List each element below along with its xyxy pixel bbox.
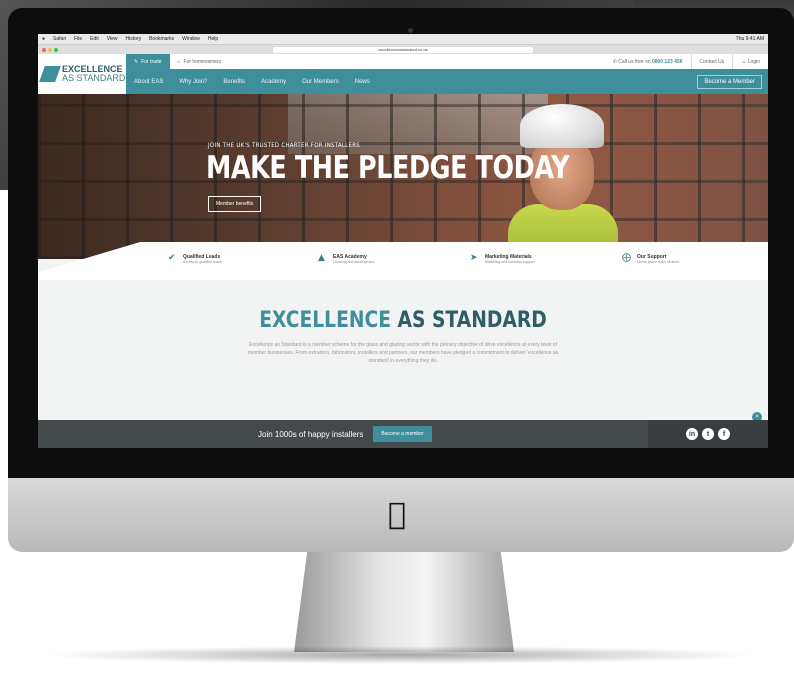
hero-kicker: JOIN THE UK'S TRUSTED CHARTER FOR INSTAL…	[208, 142, 360, 149]
minimize-window-button[interactable]	[48, 48, 52, 52]
phone-icon: ✆	[612, 58, 617, 65]
feature-subtitle: Lorem ipsum dolor sit amet	[637, 260, 680, 264]
nav-item-benefits[interactable]: Benefits	[215, 79, 253, 85]
call-number[interactable]: 0800 123 456	[652, 59, 683, 65]
logo-text: EXCELLENCE AS STANDARD	[62, 65, 125, 83]
top-bar: ✎ For trade ⌂ For homeowners ✆ Call us f…	[126, 54, 768, 69]
apple-logo-icon: 	[388, 497, 406, 532]
apple-menu-icon[interactable]: ●	[42, 36, 45, 42]
hero-headline: MAKE THE PLEDGE TODAY	[206, 150, 570, 186]
twitter-icon[interactable]: t	[702, 428, 714, 440]
stand-shadow	[40, 646, 760, 664]
login-label: Login	[747, 58, 760, 65]
intro-title-rest: AS STANDARD	[397, 308, 547, 333]
nav-item-news[interactable]: News	[347, 79, 378, 85]
megaphone-icon: ➤	[470, 253, 478, 263]
hard-hat	[520, 104, 604, 148]
tab-for-trade-label: For trade	[141, 58, 162, 65]
member-benefits-button[interactable]: Member benefits	[208, 196, 262, 212]
call-label: Call us free on	[618, 58, 651, 65]
screen: ● Safari File Edit View History Bookmark…	[38, 34, 768, 448]
feature-our-support[interactable]: ⨁ Our Support Lorem ipsum dolor sit amet	[622, 253, 680, 265]
login-link[interactable]: ☺ Login	[732, 54, 768, 69]
become-member-nav-button[interactable]: Become a Member	[697, 74, 762, 89]
feature-subtitle: Learning and development	[333, 260, 375, 264]
menu-item[interactable]: Help	[208, 36, 218, 42]
menubar-status: Thu 9:41 AM	[735, 36, 764, 42]
house-icon: ⌂	[177, 58, 181, 65]
menu-item[interactable]: Edit	[90, 36, 99, 42]
tab-for-homeowners-label: For homeowners	[183, 58, 222, 65]
linkedin-icon[interactable]: in	[686, 428, 698, 440]
graduation-cap-icon: ▲	[318, 253, 325, 263]
mac-menubar: ● Safari File Edit View History Bookmark…	[38, 34, 768, 45]
intro-section: EXCELLENCE AS STANDARD Excellence as Sta…	[38, 280, 768, 420]
menu-item[interactable]: View	[107, 36, 118, 42]
features-strip: ✔ Qualified Leads Access to qualified lea…	[38, 242, 768, 280]
intro-title: EXCELLENCE AS STANDARD	[93, 308, 714, 333]
camera-dot	[408, 28, 413, 33]
intro-body: Excellence as Standard is a member schem…	[247, 342, 559, 364]
feature-eas-academy[interactable]: ▲ EAS Academy Learning and development	[318, 253, 375, 265]
zoom-window-button[interactable]	[54, 48, 58, 52]
tab-for-trade[interactable]: ✎ For trade	[126, 54, 170, 69]
site-header: EXCELLENCE AS STANDARD ✎ For trade ⌂ For…	[38, 54, 768, 94]
menu-item[interactable]: Window	[182, 36, 200, 42]
address-bar[interactable]: excellenceasstandard.co.uk	[273, 47, 533, 53]
user-icon: ☺	[741, 58, 747, 65]
menu-item[interactable]: History	[126, 36, 142, 42]
feature-subtitle: Marketing and business support	[485, 260, 535, 264]
feature-subtitle: Access to qualified leads	[183, 260, 222, 264]
logo-line-2: AS STANDARD	[62, 73, 126, 83]
checkmark-icon: ✔	[168, 253, 176, 263]
become-member-footer-button[interactable]: Become a member	[373, 426, 432, 442]
wrench-icon: ✎	[134, 58, 139, 65]
logo-mark-icon	[39, 66, 61, 82]
lifebuoy-icon: ⨁	[622, 253, 631, 263]
cta-footer: Join 1000s of happy installers Become a …	[38, 420, 768, 448]
facebook-icon[interactable]: f	[718, 428, 730, 440]
call-info: ✆ Call us free on 0800 123 456	[613, 59, 691, 65]
feature-qualified-leads[interactable]: ✔ Qualified Leads Access to qualified lea…	[168, 253, 222, 265]
menu-item[interactable]: File	[74, 36, 82, 42]
nav-item-why-join[interactable]: Why Join?	[171, 79, 215, 85]
contact-link[interactable]: Contact Us	[690, 54, 733, 69]
intro-title-accent: EXCELLENCE	[259, 308, 391, 333]
menu-item[interactable]: Bookmarks	[149, 36, 174, 42]
monitor-stand	[294, 552, 514, 652]
feature-marketing-materials[interactable]: ➤ Marketing Materials Marketing and busin…	[470, 253, 535, 265]
nav-item-about[interactable]: About EAS	[126, 79, 171, 85]
window-controls	[42, 48, 58, 52]
join-text: Join 1000s of happy installers	[258, 429, 364, 439]
nav-item-members[interactable]: Our Members	[294, 79, 347, 85]
hero-banner: JOIN THE UK'S TRUSTED CHARTER FOR INSTAL…	[38, 94, 768, 259]
main-nav: About EAS Why Join? Benefits Academy Our…	[126, 69, 768, 94]
site-logo[interactable]: EXCELLENCE AS STANDARD	[38, 54, 130, 94]
tab-for-homeowners[interactable]: ⌂ For homeowners	[170, 59, 230, 65]
social-links: in t f	[648, 420, 768, 448]
close-window-button[interactable]	[42, 48, 46, 52]
nav-item-academy[interactable]: Academy	[253, 79, 294, 85]
menu-item[interactable]: Safari	[53, 36, 66, 42]
